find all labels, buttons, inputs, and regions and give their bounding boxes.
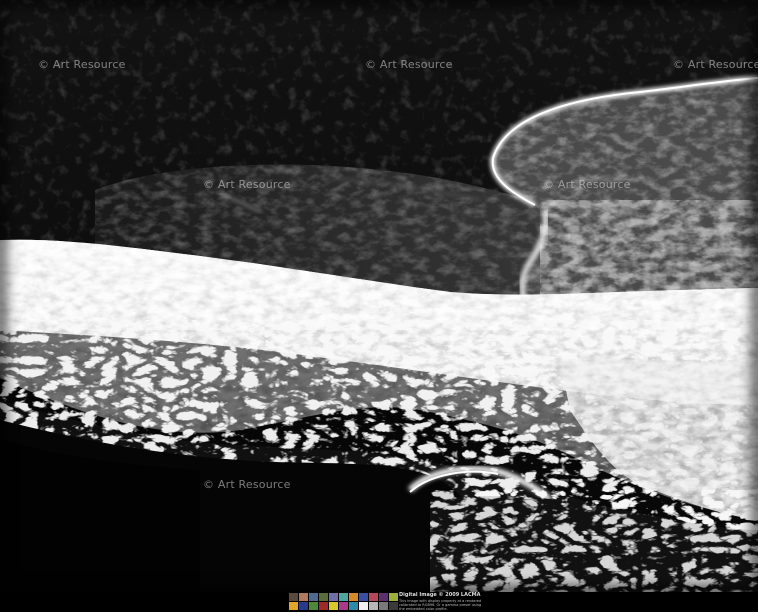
color-swatch — [369, 593, 378, 601]
color-swatch — [379, 602, 388, 610]
color-swatch — [289, 602, 298, 610]
color-target-bar: Digital Image © 2009 LACMA This image wi… — [0, 592, 758, 612]
color-swatch — [369, 602, 378, 610]
color-swatch — [309, 602, 318, 610]
color-swatch — [349, 602, 358, 610]
credit-note-3: the embedded color profile. — [399, 607, 448, 612]
image-credit: Digital Image © 2009 LACMA This image wi… — [399, 592, 481, 612]
artwork-frame: © Art Resource © Art Resource © Art Reso… — [0, 0, 758, 612]
color-swatch — [309, 593, 318, 601]
color-swatch — [299, 602, 308, 610]
color-swatch — [329, 602, 338, 610]
color-swatch — [319, 602, 328, 610]
color-swatch — [339, 602, 348, 610]
color-swatch — [379, 593, 388, 601]
watermark: © Art Resource — [203, 178, 291, 191]
color-swatch — [329, 593, 338, 601]
watermark: © Art Resource — [673, 58, 758, 71]
color-swatch — [349, 593, 358, 601]
watermark: © Art Resource — [543, 178, 631, 191]
watermark: © Art Resource — [203, 478, 291, 491]
watermark: © Art Resource — [38, 58, 126, 71]
credit-line: Digital Image © 2009 LACMA — [399, 592, 481, 598]
color-swatch — [339, 593, 348, 601]
color-swatch — [389, 593, 398, 601]
color-swatch — [359, 593, 368, 601]
seascape-photograph — [0, 0, 758, 592]
color-swatch — [299, 593, 308, 601]
color-calibration-swatches — [289, 593, 398, 610]
watermark: © Art Resource — [365, 58, 453, 71]
color-swatch — [359, 602, 368, 610]
color-swatch — [289, 593, 298, 601]
color-swatch — [319, 593, 328, 601]
color-swatch — [389, 602, 398, 610]
